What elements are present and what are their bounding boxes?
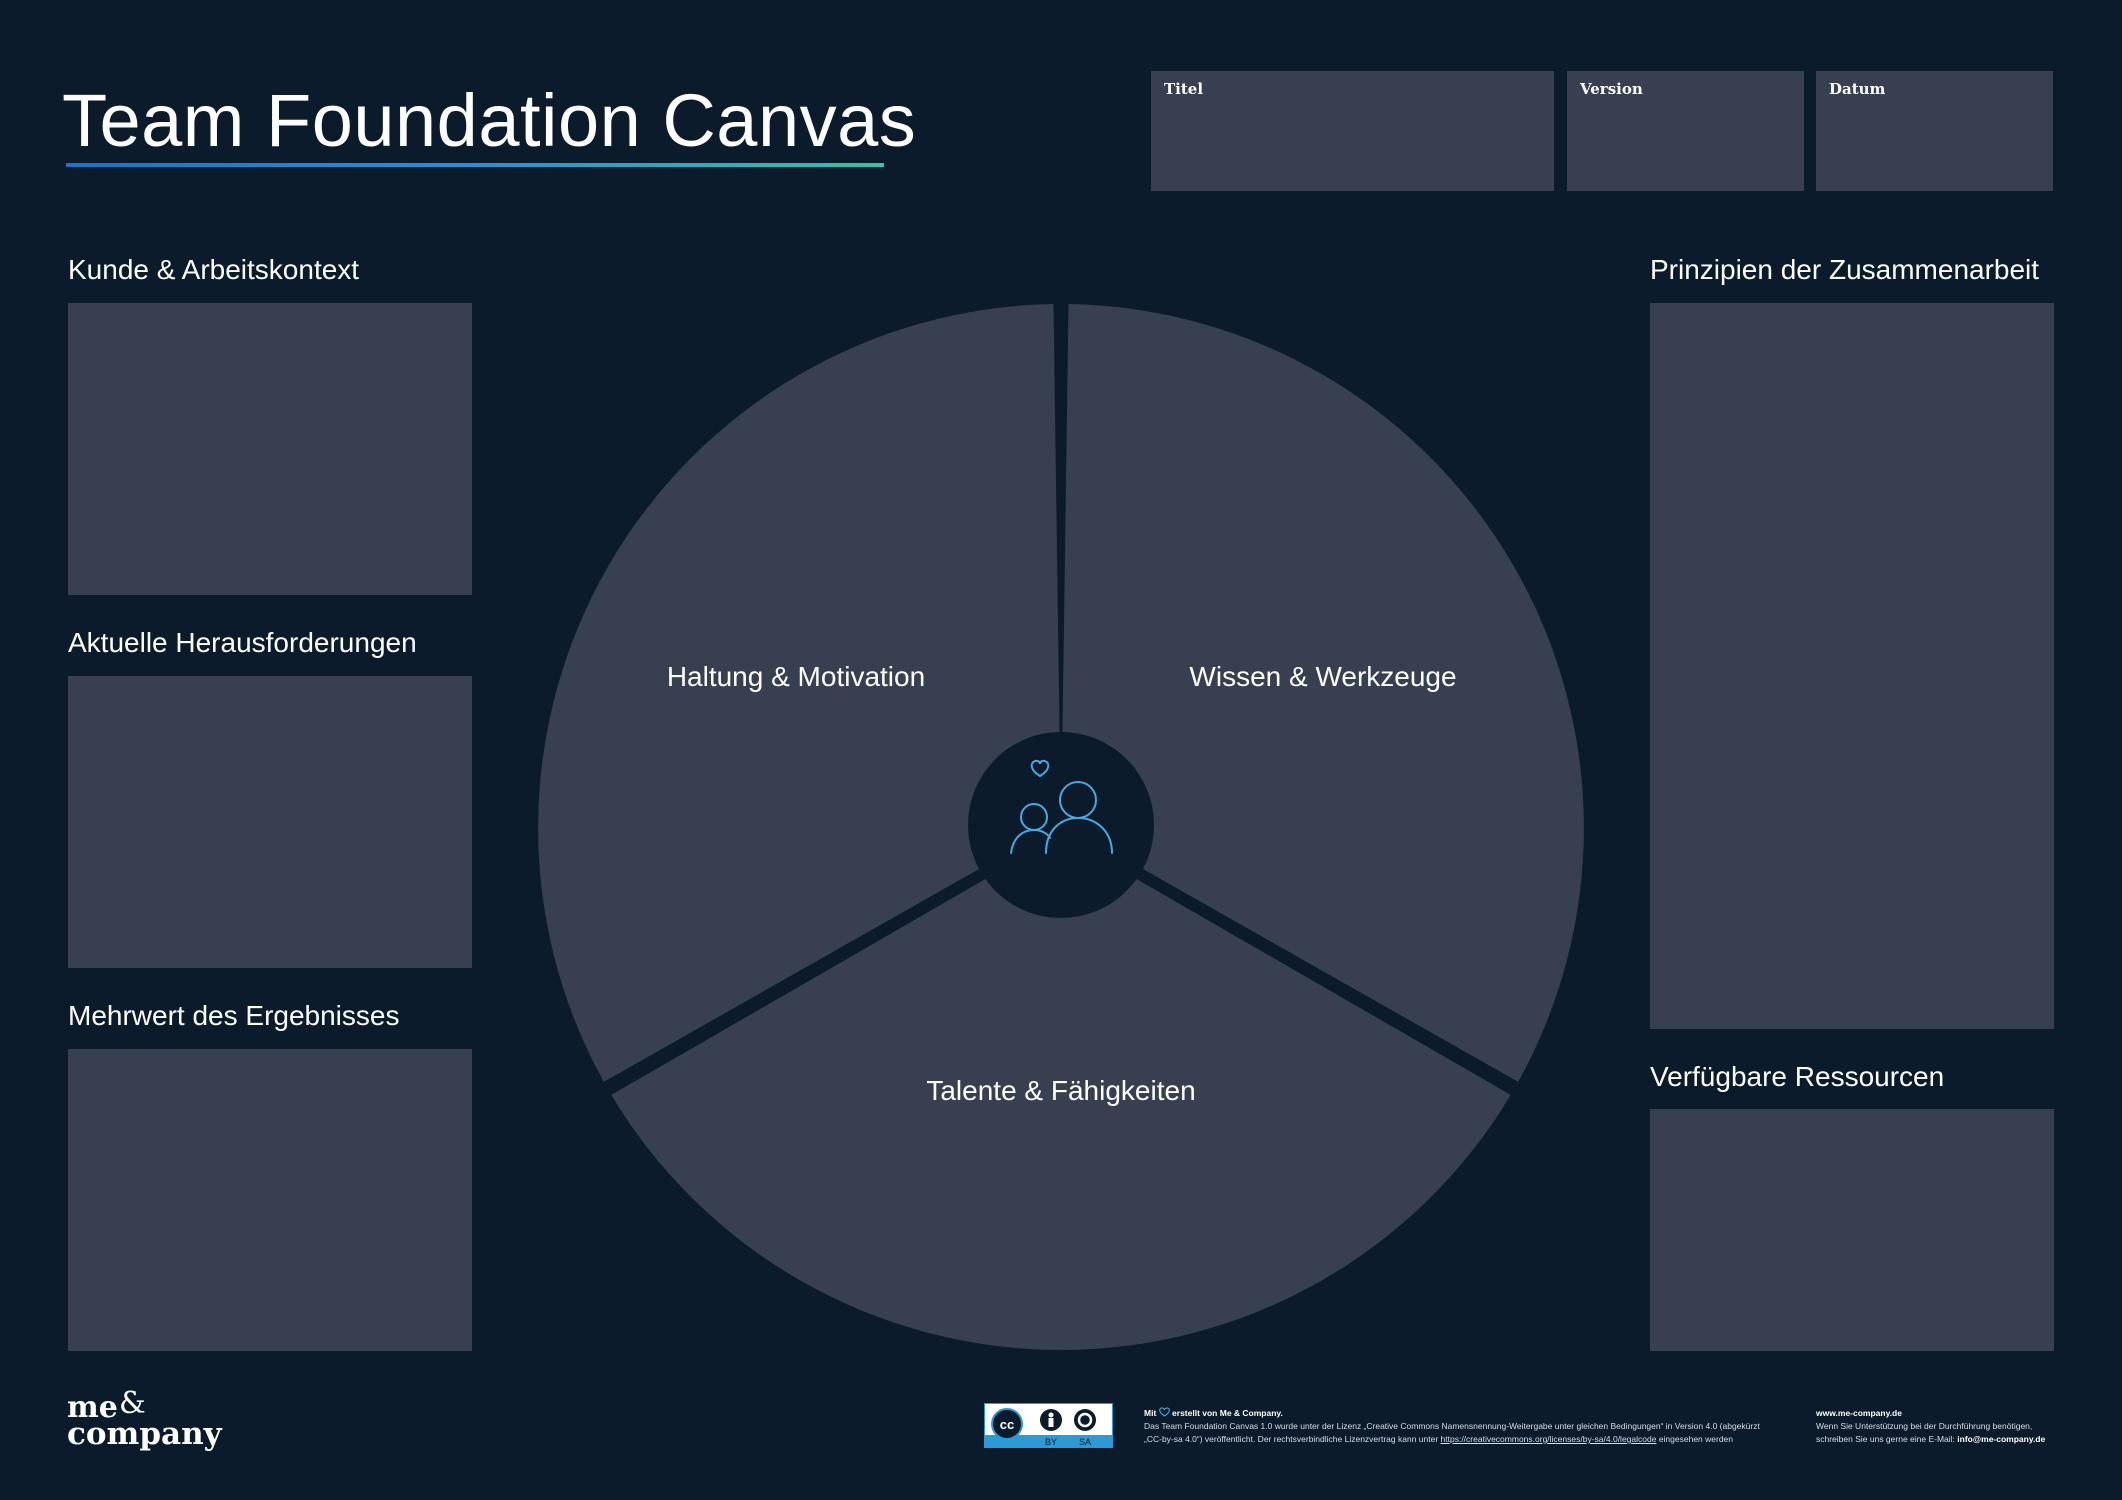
license-line1: Das Team Foundation Canvas 1.0 wurde unt…	[1144, 1421, 1760, 1431]
segment-talents-label: Talente & Fähigkeiten	[926, 1075, 1195, 1106]
license-line2-post: eingesehen werden	[1656, 1434, 1734, 1444]
cc-icon: cc	[991, 1408, 1023, 1440]
credit-post: erstellt von Me & Company.	[1172, 1408, 1283, 1418]
by-person-icon	[1040, 1409, 1062, 1431]
support-line1: Wenn Sie Unterstützung bei der Durchführ…	[1816, 1421, 2033, 1431]
support-line2-pre: schreiben Sie uns gerne eine E-Mail:	[1816, 1434, 1958, 1444]
email-link[interactable]: info@me-company.de	[1957, 1434, 2045, 1444]
credit-pre: Mit	[1144, 1408, 1157, 1418]
me-company-logo: me & company	[67, 1389, 222, 1449]
sa-share-icon	[1074, 1409, 1096, 1431]
support-line2: schreiben Sie uns gerne eine E-Mail: inf…	[1816, 1433, 2045, 1446]
center-hub	[968, 732, 1154, 918]
segment-attitude-label: Haltung & Motivation	[667, 661, 925, 692]
team-circle: Haltung & Motivation Wissen & Werkzeuge …	[538, 304, 1584, 1350]
sa-text: SA	[1079, 1437, 1091, 1447]
segment-knowledge-label: Wissen & Werkzeuge	[1189, 661, 1456, 692]
heart-icon	[1158, 1407, 1170, 1417]
license-line2: „CC-by-sa 4.0“) veröffentlicht. Der rech…	[1144, 1433, 1760, 1446]
logo-line1: me	[67, 1390, 118, 1425]
cc-text: cc	[1000, 1417, 1014, 1432]
credit-line: Mit erstellt von Me & Company.	[1144, 1407, 1760, 1420]
license-text: Mit erstellt von Me & Company. Das Team …	[1144, 1407, 1760, 1446]
by-text: BY	[1045, 1437, 1057, 1447]
website-link[interactable]: www.me-company.de	[1816, 1408, 1902, 1418]
cc-license-badge[interactable]: cc BY SA	[984, 1403, 1113, 1448]
license-line2-pre: „CC-by-sa 4.0“) veröffentlicht. Der rech…	[1144, 1434, 1441, 1444]
license-link[interactable]: https://creativecommons.org/licenses/by-…	[1441, 1434, 1657, 1444]
logo-ampersand: &	[119, 1386, 146, 1421]
contact-info: www.me-company.de Wenn Sie Unterstützung…	[1816, 1407, 2045, 1446]
cc-badge-graphic: cc BY SA	[985, 1404, 1112, 1447]
